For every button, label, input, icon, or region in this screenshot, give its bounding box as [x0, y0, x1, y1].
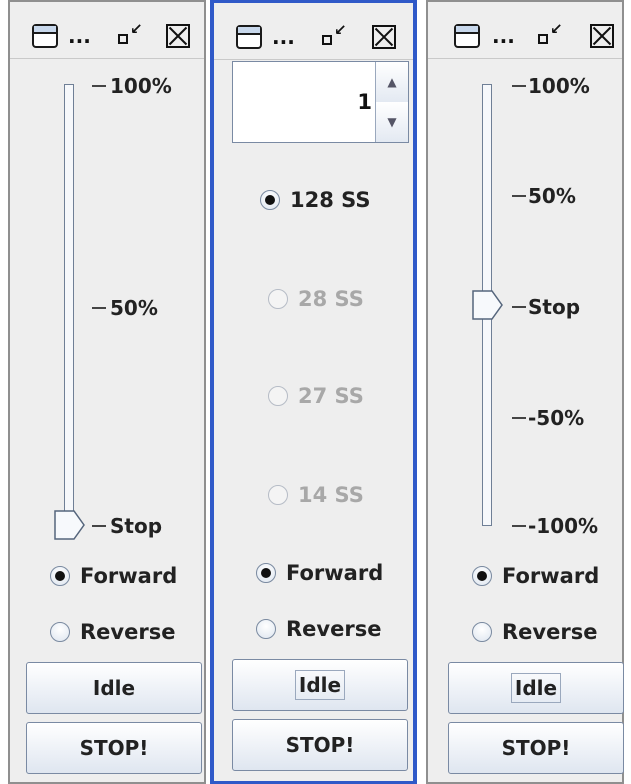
idle-button[interactable]: Idle: [448, 662, 624, 714]
reverse-label: Reverse: [286, 617, 382, 641]
slider-tick-label: -50%: [528, 406, 585, 430]
window-title: ...: [492, 24, 515, 48]
slider-tick: [92, 525, 106, 527]
speed-step-label: 27 SS: [298, 384, 364, 408]
idle-button-label: Idle: [294, 670, 346, 700]
forward-radio[interactable]: Forward: [50, 564, 177, 588]
window-title: ...: [68, 24, 91, 48]
radio-selected-icon: [472, 566, 492, 586]
title-bar: ... ↙: [10, 2, 204, 59]
forward-label: Forward: [80, 564, 178, 588]
title-bar: ... ↙: [214, 3, 413, 60]
slider-tick-label: 100%: [528, 74, 590, 98]
stop-button[interactable]: STOP!: [448, 722, 624, 774]
minimize-icon[interactable]: ↙: [116, 20, 144, 46]
slider-tick-label: 50%: [110, 296, 158, 320]
speed-step-label: 128 SS: [290, 188, 371, 212]
address-spinner[interactable]: 1 ▲ ▼: [232, 61, 409, 143]
radio-unselected-icon: [268, 386, 288, 406]
idle-button[interactable]: Idle: [232, 659, 408, 711]
radio-unselected-icon: [268, 485, 288, 505]
speed-step-27-radio[interactable]: 27 SS: [268, 384, 364, 408]
slider-tick-label: 100%: [110, 74, 172, 98]
reverse-label: Reverse: [80, 620, 176, 644]
title-bar: ... ↙: [428, 2, 622, 59]
radio-selected-icon: [260, 190, 280, 210]
radio-unselected-icon: [50, 622, 70, 642]
speed-step-label: 28 SS: [298, 287, 364, 311]
forward-label: Forward: [286, 561, 384, 585]
window-icon: [236, 25, 262, 49]
speed-step-28-radio[interactable]: 28 SS: [268, 287, 364, 311]
throttle-window-3: ... ↙ 100% 50% Stop -50% -100% Forward R…: [426, 0, 624, 784]
forward-radio[interactable]: Forward: [256, 561, 383, 585]
stop-button-label: STOP!: [501, 736, 571, 760]
forward-radio[interactable]: Forward: [472, 564, 599, 588]
close-icon[interactable]: [590, 24, 614, 48]
window-icon: [32, 24, 58, 48]
slider-tick: [512, 525, 526, 527]
slider-tick-label: 50%: [528, 184, 576, 208]
radio-unselected-icon: [472, 622, 492, 642]
spinner-down-icon[interactable]: ▼: [376, 102, 408, 142]
stop-button[interactable]: STOP!: [232, 719, 408, 771]
close-icon[interactable]: [372, 25, 396, 49]
speed-step-14-radio[interactable]: 14 SS: [268, 483, 364, 507]
spinner-arrows: ▲ ▼: [375, 62, 408, 142]
radio-unselected-icon: [256, 619, 276, 639]
stop-button[interactable]: STOP!: [26, 722, 202, 774]
slider-tick: [92, 307, 106, 309]
reverse-radio[interactable]: Reverse: [50, 620, 175, 644]
window-title: ...: [272, 25, 295, 49]
minimize-icon[interactable]: ↙: [320, 21, 348, 47]
reverse-radio[interactable]: Reverse: [256, 617, 381, 641]
slider-tick: [512, 85, 526, 87]
slider-tick-label: Stop: [110, 514, 163, 538]
slider-tick: [92, 85, 106, 87]
throttle-window-2: ... ↙ 1 ▲ ▼ 128 SS 28 SS 27 SS 14 SS For…: [210, 0, 417, 784]
idle-button[interactable]: Idle: [26, 662, 202, 714]
slider-tick: [512, 417, 526, 419]
forward-label: Forward: [502, 564, 600, 588]
slider-tick: [512, 306, 526, 308]
throttle-window-1: ... ↙ 100% 50% Stop Forward Reverse Idle…: [8, 0, 206, 784]
minimize-icon[interactable]: ↙: [536, 20, 564, 46]
reverse-label: Reverse: [502, 620, 598, 644]
stop-button-label: STOP!: [79, 736, 149, 760]
address-value[interactable]: 1: [357, 90, 372, 114]
stop-button-label: STOP!: [285, 733, 355, 757]
window-icon: [454, 24, 480, 48]
slider-tick-label: -100%: [528, 514, 599, 538]
close-icon[interactable]: [166, 24, 190, 48]
idle-button-label: Idle: [92, 676, 136, 700]
speed-step-128-radio[interactable]: 128 SS: [260, 188, 370, 212]
idle-button-label: Idle: [510, 673, 562, 703]
speed-slider-thumb[interactable]: [472, 290, 504, 320]
slider-tick: [512, 195, 526, 197]
reverse-radio[interactable]: Reverse: [472, 620, 597, 644]
speed-slider-thumb[interactable]: [54, 510, 86, 540]
spinner-up-icon[interactable]: ▲: [376, 62, 408, 103]
radio-selected-icon: [50, 566, 70, 586]
radio-selected-icon: [256, 563, 276, 583]
radio-unselected-icon: [268, 289, 288, 309]
speed-slider-track[interactable]: [64, 84, 74, 526]
slider-tick-label: Stop: [528, 295, 581, 319]
speed-step-label: 14 SS: [298, 483, 364, 507]
